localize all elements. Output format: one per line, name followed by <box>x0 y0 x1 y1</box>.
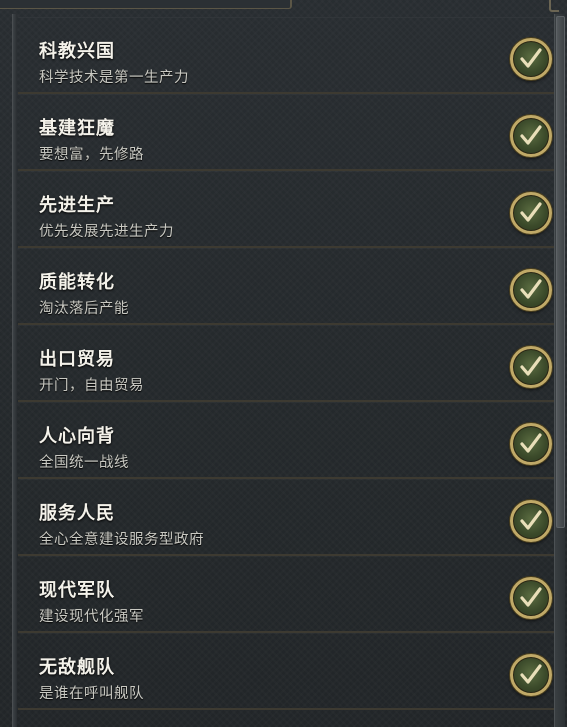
checkmark-icon[interactable] <box>510 269 552 311</box>
checkmark-icon[interactable] <box>510 654 552 696</box>
checkmark-icon[interactable] <box>510 577 552 619</box>
policy-row[interactable]: 出口贸易 开门，自由贸易 <box>18 325 559 402</box>
policy-title: 现代军队 <box>39 580 115 601</box>
policy-list: 科教兴国 科学技术是第一生产力 基建狂魔 要想富，先修路 先进生产 优先发展先进… <box>18 17 559 710</box>
policy-subtitle: 全国统一战线 <box>39 455 129 471</box>
policy-title: 质能转化 <box>39 272 115 293</box>
checkmark-icon[interactable] <box>510 423 552 465</box>
policy-row[interactable]: 无敌舰队 是谁在呼叫舰队 <box>18 633 559 710</box>
policy-row[interactable]: 科教兴国 科学技术是第一生产力 <box>18 17 559 94</box>
policy-subtitle: 科学技术是第一生产力 <box>39 70 189 86</box>
policy-subtitle: 开门，自由贸易 <box>39 378 144 394</box>
policy-row[interactable]: 质能转化 淘汰落后产能 <box>18 248 559 325</box>
policy-title: 服务人民 <box>39 503 115 524</box>
policy-panel: 科教兴国 科学技术是第一生产力 基建狂魔 要想富，先修路 先进生产 优先发展先进… <box>0 0 567 727</box>
policy-title: 无敌舰队 <box>39 657 115 678</box>
policy-title: 科教兴国 <box>39 41 115 62</box>
scroll-thumb[interactable] <box>556 16 565 528</box>
checkmark-icon[interactable] <box>510 115 552 157</box>
top-tab-border <box>0 0 292 9</box>
checkmark-icon[interactable] <box>510 346 552 388</box>
policy-title: 先进生产 <box>39 195 115 216</box>
left-rail <box>12 14 17 727</box>
policy-subtitle: 优先发展先进生产力 <box>39 224 174 240</box>
policy-title: 出口贸易 <box>39 349 115 370</box>
scrollbar[interactable] <box>554 14 565 727</box>
policy-subtitle: 全心全意建设服务型政府 <box>39 532 204 548</box>
checkmark-icon[interactable] <box>510 192 552 234</box>
policy-row[interactable]: 现代军队 建设现代化强军 <box>18 556 559 633</box>
policy-subtitle: 建设现代化强军 <box>39 609 144 625</box>
checkmark-icon[interactable] <box>510 500 552 542</box>
policy-row[interactable]: 基建狂魔 要想富，先修路 <box>18 94 559 171</box>
policy-row[interactable]: 先进生产 优先发展先进生产力 <box>18 171 559 248</box>
policy-subtitle: 是谁在呼叫舰队 <box>39 686 144 702</box>
policy-row[interactable]: 人心向背 全国统一战线 <box>18 402 559 479</box>
policy-subtitle: 淘汰落后产能 <box>39 301 129 317</box>
policy-subtitle: 要想富，先修路 <box>39 147 144 163</box>
policy-title: 人心向背 <box>39 426 115 447</box>
checkmark-icon[interactable] <box>510 38 552 80</box>
top-corner-ornament <box>549 0 559 12</box>
policy-row[interactable]: 服务人民 全心全意建设服务型政府 <box>18 479 559 556</box>
policy-title: 基建狂魔 <box>39 118 115 139</box>
